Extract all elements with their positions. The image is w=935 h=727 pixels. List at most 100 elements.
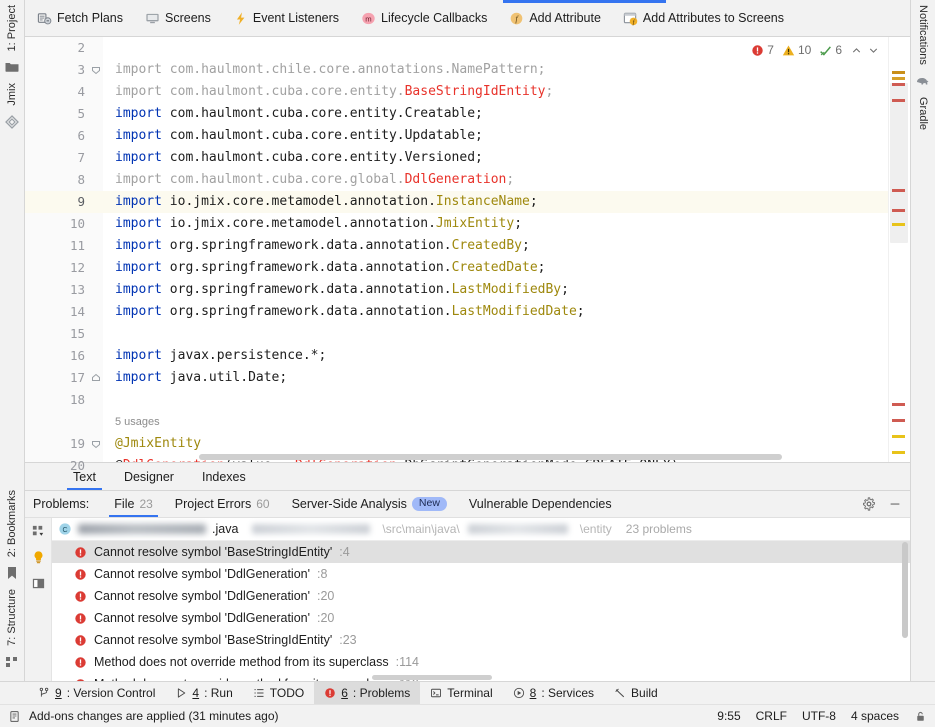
stripe-mark-error[interactable] <box>892 189 905 192</box>
gutter-line[interactable]: 17 <box>25 367 103 389</box>
gutter-line[interactable] <box>25 411 103 433</box>
tab-designer[interactable]: Designer <box>110 464 188 490</box>
stripe-mark-warning[interactable] <box>892 71 905 74</box>
inspection-widget[interactable]: 7 10 6 <box>751 43 880 57</box>
lifecycle-callbacks-button[interactable]: m Lifecycle Callbacks <box>359 5 489 31</box>
stripe-mark-error[interactable] <box>892 99 905 102</box>
lock-icon[interactable] <box>914 710 927 723</box>
tool-window-version-control[interactable]: 9: Version Control <box>28 682 165 704</box>
fold-marker-icon[interactable] <box>91 373 101 383</box>
notification-icon[interactable] <box>8 710 21 723</box>
editor-gutter[interactable]: 2 3 4 5 6 7 8 9 10 11 12 13 14 15 16 17 18 19 20 <box>25 37 103 473</box>
sidebar-item-project[interactable]: 1: Project <box>6 2 18 54</box>
gutter-line[interactable]: 6 <box>25 125 103 147</box>
gutter-line[interactable]: 14 <box>25 301 103 323</box>
weak-warning-count-group[interactable]: 6 <box>819 43 842 57</box>
file-encoding[interactable]: UTF-8 <box>802 709 836 723</box>
gutter-line[interactable]: 10 <box>25 213 103 235</box>
code-line[interactable]: import io.jmix.core.metamodel.annotation… <box>103 213 888 235</box>
warning-count-group[interactable]: 10 <box>782 43 811 57</box>
gutter-line[interactable]: 3 <box>25 59 103 81</box>
gutter-line[interactable]: 12 <box>25 257 103 279</box>
code-line[interactable]: import com.haulmont.cuba.core.global.Ddl… <box>103 169 888 191</box>
gutter-line[interactable]: 7 <box>25 147 103 169</box>
editor-error-stripe[interactable] <box>888 37 910 462</box>
fold-marker-icon[interactable] <box>91 439 101 449</box>
sidebar-item-structure[interactable]: 7: Structure <box>6 586 18 649</box>
view-layout-icon[interactable] <box>31 576 46 591</box>
problems-list[interactable]: C ████████████████ .java ███████████████… <box>52 518 910 681</box>
editor-code-area[interactable]: import com.haulmont.chile.core.annotatio… <box>103 37 888 462</box>
problems-file-row[interactable]: C ████████████████ .java ███████████████… <box>52 518 910 541</box>
gutter-line[interactable]: 15 <box>25 323 103 345</box>
stripe-mark-error[interactable] <box>892 419 905 422</box>
sidebar-item-bookmarks[interactable]: 2: Bookmarks <box>6 487 18 560</box>
code-line[interactable]: import org.springframework.data.annotati… <box>103 257 888 279</box>
problem-row[interactable]: Cannot resolve symbol 'DdlGeneration':20 <box>52 607 910 629</box>
caret-position[interactable]: 9:55 <box>717 709 740 723</box>
code-line[interactable]: import org.springframework.data.annotati… <box>103 301 888 323</box>
tab-indexes[interactable]: Indexes <box>188 464 260 490</box>
error-count-group[interactable]: 7 <box>751 43 774 57</box>
gutter-line[interactable]: 19 <box>25 433 103 455</box>
lightbulb-icon[interactable] <box>31 550 46 565</box>
fetch-plans-button[interactable]: Fetch Plans <box>35 5 125 31</box>
settings-gear-icon[interactable] <box>862 497 876 511</box>
gutter-line[interactable]: 8 <box>25 169 103 191</box>
stripe-mark-error[interactable] <box>892 403 905 406</box>
group-by-icon[interactable] <box>31 524 46 539</box>
tool-window-run[interactable]: 4: Run <box>165 682 242 704</box>
sidebar-item-notifications[interactable]: Notifications <box>917 2 929 68</box>
problems-horizontal-scrollbar[interactable] <box>372 675 492 680</box>
tab-text[interactable]: Text <box>59 464 110 490</box>
fold-marker-icon[interactable] <box>91 65 101 75</box>
problem-row[interactable]: Cannot resolve symbol 'DdlGeneration':20 <box>52 585 910 607</box>
sidebar-item-jmix[interactable]: Jmix <box>6 80 18 109</box>
stripe-mark-error[interactable] <box>892 83 905 86</box>
stripe-mark-warning[interactable] <box>892 451 905 454</box>
code-line[interactable]: import com.haulmont.chile.core.annotatio… <box>103 59 888 81</box>
gutter-line[interactable]: 5 <box>25 103 103 125</box>
code-line[interactable] <box>103 323 888 345</box>
gutter-line[interactable]: 2 <box>25 37 103 59</box>
line-separator[interactable]: CRLF <box>756 709 787 723</box>
screens-button[interactable]: Screens <box>143 5 213 31</box>
code-line[interactable]: import com.haulmont.cuba.core.entity.Bas… <box>103 81 888 103</box>
problem-row[interactable]: Cannot resolve symbol 'BaseStringIdEntit… <box>52 629 910 651</box>
gutter-line[interactable]: 11 <box>25 235 103 257</box>
problems-tab-vulnerable-dependencies[interactable]: Vulnerable Dependencies <box>458 492 623 517</box>
chevron-down-icon[interactable] <box>867 44 880 57</box>
tool-window-todo[interactable]: TODO <box>243 682 314 704</box>
code-line[interactable]: @JmixEntity <box>103 433 888 455</box>
gutter-line[interactable]: 13 <box>25 279 103 301</box>
gutter-line[interactable]: 18 <box>25 389 103 411</box>
code-editor[interactable]: 2 3 4 5 6 7 8 9 10 11 12 13 14 15 16 17 18 19 20 import co… <box>25 37 910 473</box>
problems-tab-server-side-analysis[interactable]: Server-Side Analysis New <box>281 492 458 517</box>
tool-window-build[interactable]: Build <box>604 682 668 704</box>
problems-tab-project-errors[interactable]: Project Errors 60 <box>164 492 281 517</box>
problems-tab-file[interactable]: File 23 <box>103 492 164 517</box>
sidebar-item-gradle[interactable]: Gradle <box>917 94 929 133</box>
code-line[interactable]: import org.springframework.data.annotati… <box>103 235 888 257</box>
indent-setting[interactable]: 4 spaces <box>851 709 899 723</box>
code-line[interactable]: import javax.persistence.*; <box>103 345 888 367</box>
usages-hint[interactable]: 5 usages <box>115 416 160 428</box>
code-line[interactable]: import com.haulmont.cuba.core.entity.Ver… <box>103 147 888 169</box>
problem-row[interactable]: Cannot resolve symbol 'DdlGeneration':8 <box>52 563 910 585</box>
code-line[interactable]: import java.util.Date; <box>103 367 888 389</box>
minimize-icon[interactable] <box>888 497 902 511</box>
code-inlay-hint[interactable]: 5 usages <box>103 411 888 433</box>
problem-row[interactable]: Cannot resolve symbol 'BaseStringIdEntit… <box>52 541 910 563</box>
code-line[interactable]: import io.jmix.core.metamodel.annotation… <box>103 191 888 213</box>
stripe-mark-error[interactable] <box>892 209 905 212</box>
tool-window-terminal[interactable]: Terminal <box>420 682 502 704</box>
event-listeners-button[interactable]: Event Listeners <box>231 5 341 31</box>
tool-window-problems[interactable]: 6: Problems <box>314 682 421 704</box>
gutter-line[interactable]: 9 <box>25 191 103 213</box>
editor-horizontal-scrollbar[interactable] <box>199 454 862 460</box>
code-line[interactable]: import com.haulmont.cuba.core.entity.Cre… <box>103 103 888 125</box>
gutter-line[interactable]: 4 <box>25 81 103 103</box>
add-attribute-button[interactable]: f Add Attribute <box>507 5 603 31</box>
stripe-mark-warning[interactable] <box>892 435 905 438</box>
chevron-up-icon[interactable] <box>850 44 863 57</box>
